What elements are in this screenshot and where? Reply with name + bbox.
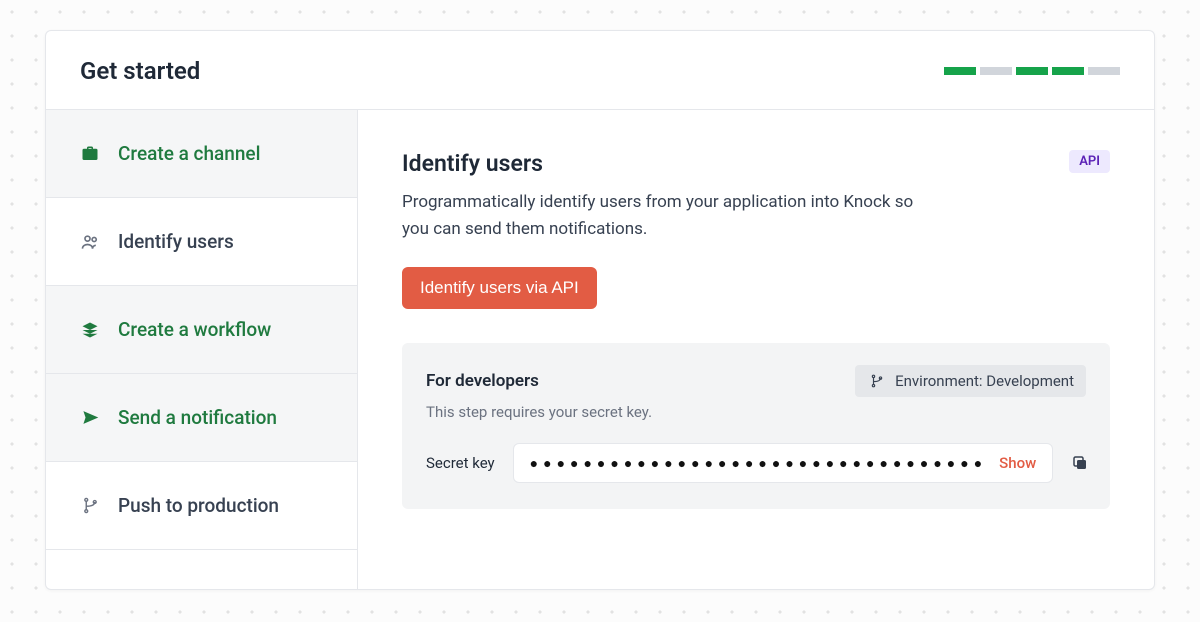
git-branch-icon (867, 371, 887, 391)
progress-segment (1088, 67, 1120, 75)
progress-segment (980, 67, 1012, 75)
secret-key-field: ●●●●●●●●●●●●●●●●●●●●●●●●●●●●●●●●●● Show (513, 443, 1054, 483)
git-branch-icon (80, 496, 100, 516)
sidebar-item-create-channel[interactable]: Create a channel (46, 110, 357, 198)
copy-icon[interactable] (1071, 453, 1089, 473)
paper-plane-icon (80, 408, 100, 428)
progress-segment (944, 67, 976, 75)
onboarding-card: Get started Create a channel Identify us… (45, 30, 1155, 590)
progress-segment (1052, 67, 1084, 75)
progress-segment (1016, 67, 1048, 75)
sidebar-item-label: Send a notification (118, 406, 277, 429)
body: Create a channel Identify users Create a… (46, 110, 1154, 589)
api-badge: API (1069, 150, 1110, 173)
environment-label: Environment: Development (895, 372, 1074, 390)
secret-key-label: Secret key (426, 454, 495, 472)
header: Get started (46, 31, 1154, 110)
sidebar: Create a channel Identify users Create a… (46, 110, 358, 589)
sidebar-item-label: Identify users (118, 230, 234, 253)
sidebar-item-label: Push to production (118, 494, 279, 517)
main-content: Identify users API Programmatically iden… (358, 110, 1154, 589)
layers-icon (80, 320, 100, 340)
sidebar-item-push-production[interactable]: Push to production (46, 462, 357, 550)
developer-panel-title: For developers (426, 371, 539, 391)
main-description: Programmatically identify users from you… (402, 189, 922, 243)
briefcase-icon (80, 144, 100, 164)
sidebar-item-create-workflow[interactable]: Create a workflow (46, 286, 357, 374)
main-header: Identify users API (402, 150, 1110, 177)
page-title: Get started (80, 57, 200, 85)
sidebar-item-label: Create a channel (118, 142, 260, 165)
sidebar-item-send-notification[interactable]: Send a notification (46, 374, 357, 462)
secret-key-masked: ●●●●●●●●●●●●●●●●●●●●●●●●●●●●●●●●●● (530, 455, 988, 472)
users-icon (80, 232, 100, 252)
identify-users-api-button[interactable]: Identify users via API (402, 267, 597, 309)
main-title: Identify users (402, 150, 543, 177)
environment-chip: Environment: Development (855, 365, 1086, 397)
show-secret-button[interactable]: Show (999, 454, 1036, 472)
developer-panel-subtitle: This step requires your secret key. (426, 403, 1086, 421)
developer-panel-header: For developers Environment: Development (426, 365, 1086, 397)
progress-indicator (944, 67, 1120, 75)
sidebar-item-label: Create a workflow (118, 318, 271, 341)
secret-key-row: Secret key ●●●●●●●●●●●●●●●●●●●●●●●●●●●●●… (426, 443, 1086, 483)
sidebar-item-identify-users[interactable]: Identify users (46, 198, 357, 286)
developer-panel: For developers Environment: Development … (402, 343, 1110, 509)
